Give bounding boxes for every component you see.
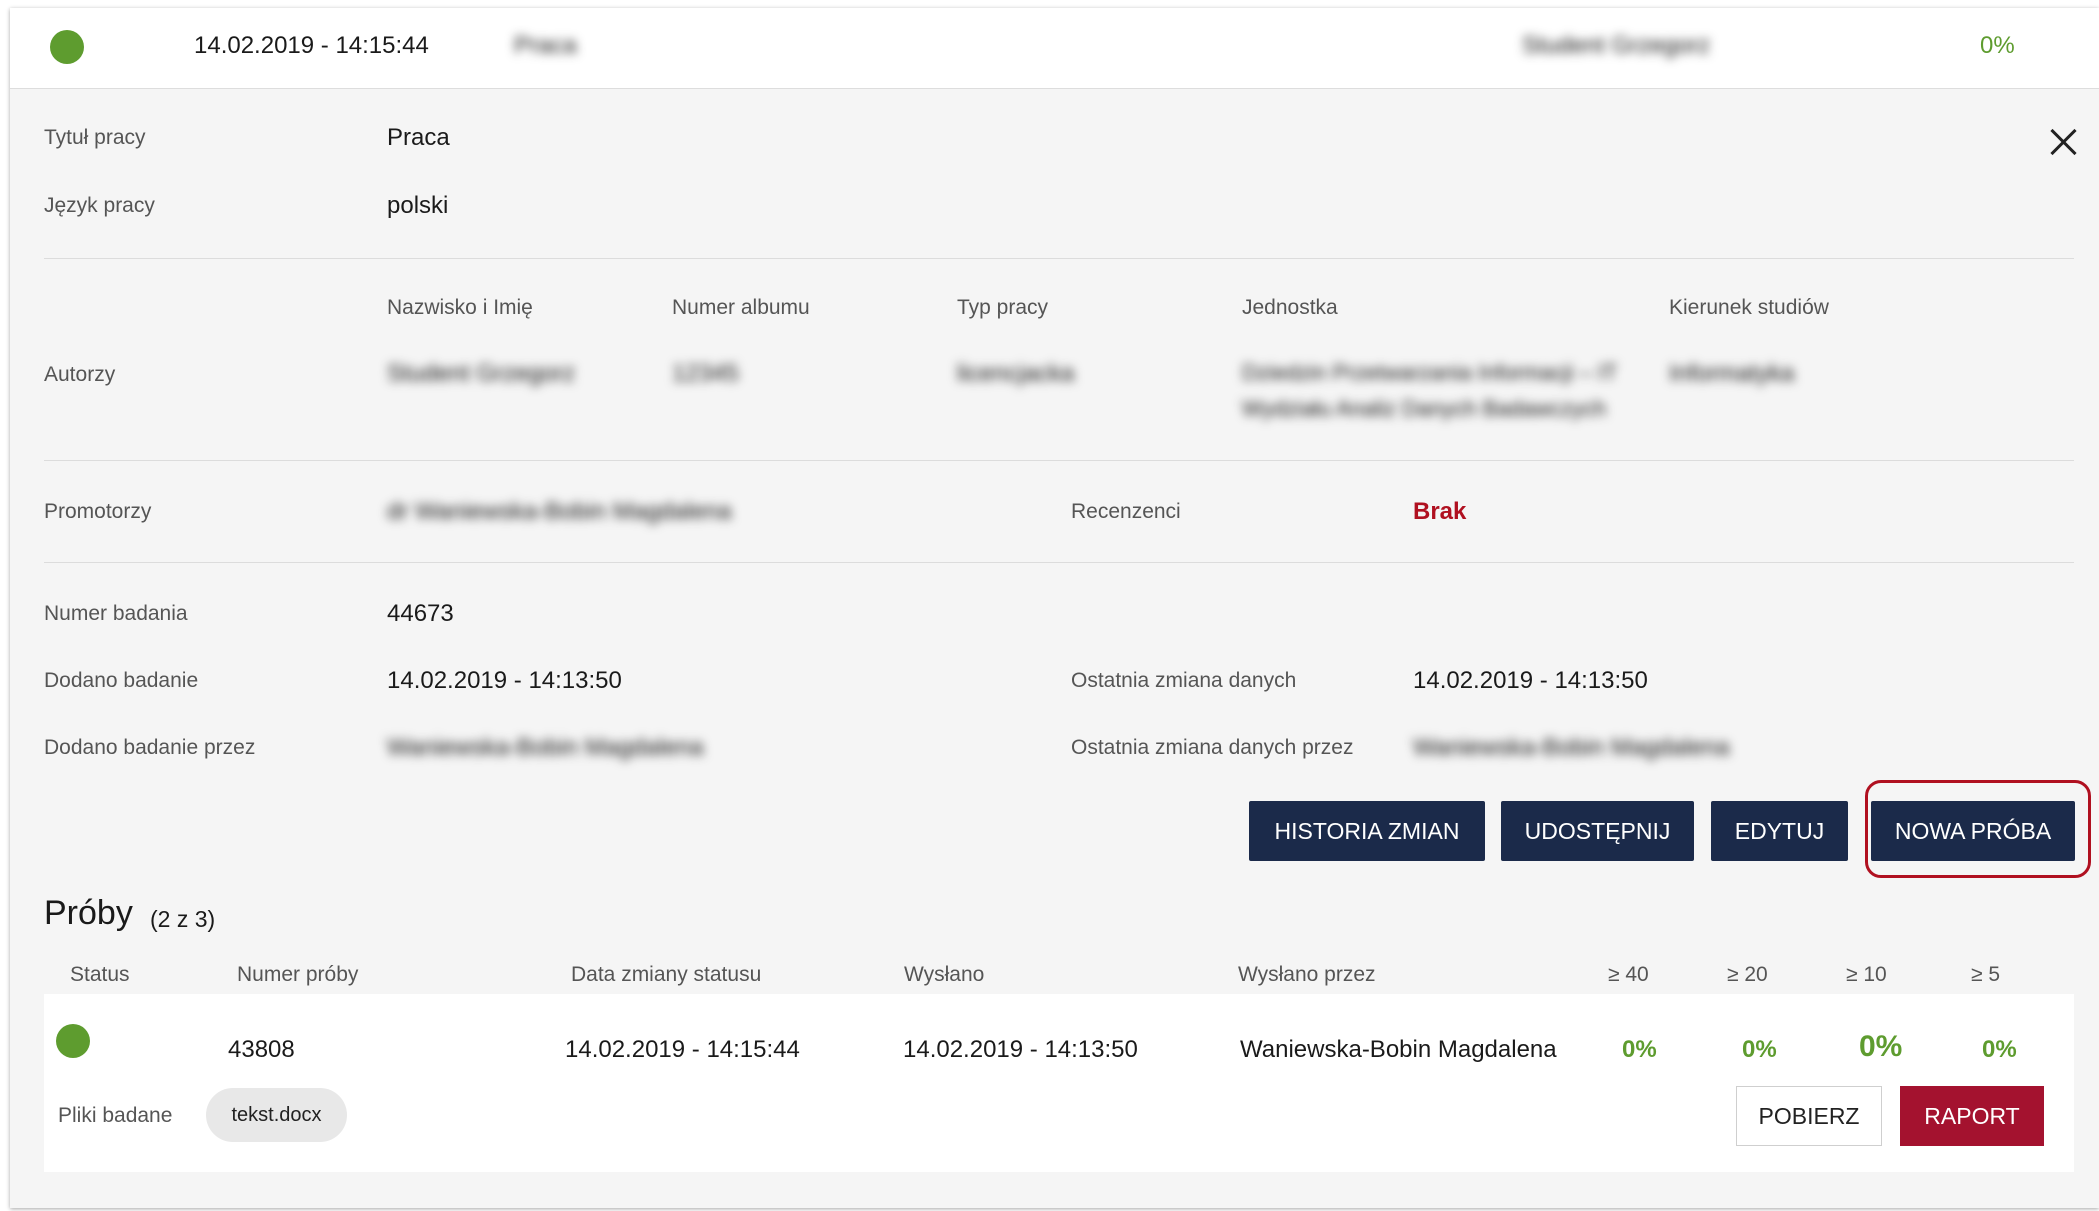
summary-date: 14.02.2019 - 14:15:44 — [194, 32, 429, 59]
added-by-value: Waniewska-Bobin Magdalena — [387, 734, 704, 761]
summary-row[interactable]: 14.02.2019 - 14:15:44 Praca Student Grze… — [10, 8, 2099, 89]
col-ge40: ≥ 40 — [1608, 963, 1649, 986]
added-label: Dodano badanie — [44, 669, 199, 692]
authors-header-album: Numer albumu — [672, 296, 810, 319]
last-change-by-label: Ostatnia zmiana danych przez — [1071, 736, 1354, 759]
authors-header-type: Typ pracy — [957, 296, 1049, 319]
language-label: Język pracy — [44, 194, 155, 217]
author-name: Student Grzegorz — [387, 360, 576, 387]
title-label: Tytuł pracy — [44, 126, 146, 149]
divider — [44, 258, 2074, 259]
language-value: polski — [387, 192, 449, 219]
authors-header-name: Nazwisko i Imię — [387, 296, 533, 319]
col-status: Status — [70, 963, 130, 986]
files-label: Pliki badane — [58, 1104, 173, 1127]
attempt-ge20: 0% — [1742, 1036, 1777, 1063]
col-ge10: ≥ 10 — [1846, 963, 1887, 986]
attempts-title: Próby — [44, 894, 133, 932]
attempt-ge40: 0% — [1622, 1036, 1657, 1063]
authors-header-field: Kierunek studiów — [1669, 296, 1829, 319]
highlight-frame — [1865, 780, 2091, 878]
summary-author: Student Grzegorz — [1522, 32, 1711, 59]
authors-label: Autorzy — [44, 363, 116, 386]
author-field: Informatyka — [1669, 360, 1795, 387]
added-by-label: Dodano badanie przez — [44, 736, 256, 759]
attempt-ge5: 0% — [1982, 1036, 2017, 1063]
author-album: 12345 — [672, 360, 739, 387]
detail-panel: 14.02.2019 - 14:15:44 Praca Student Grze… — [10, 8, 2099, 1208]
history-button[interactable]: HISTORIA ZMIAN — [1249, 801, 1485, 861]
added-value: 14.02.2019 - 14:13:50 — [387, 667, 622, 694]
file-chip[interactable]: tekst.docx — [206, 1088, 347, 1142]
col-status-date: Data zmiany statusu — [571, 963, 762, 986]
attempt-sent-by: Waniewska-Bobin Magdalena — [1240, 1036, 1557, 1063]
download-button[interactable]: POBIERZ — [1736, 1086, 1882, 1146]
edit-button[interactable]: EDYTUJ — [1711, 801, 1848, 861]
col-sent: Wysłano — [904, 963, 985, 986]
reviewers-label: Recenzenci — [1071, 500, 1181, 523]
col-number: Numer próby — [237, 963, 359, 986]
col-ge5: ≥ 5 — [1971, 963, 2001, 986]
status-indicator-icon — [50, 30, 84, 64]
divider — [44, 460, 2074, 461]
author-unit: Dziedzin Przetwarzania Informacji – IT — [1242, 360, 1618, 385]
number-label: Numer badania — [44, 602, 188, 625]
report-button[interactable]: RAPORT — [1900, 1086, 2044, 1146]
attempt-ge10: 0% — [1859, 1030, 1903, 1063]
divider — [44, 562, 2074, 563]
author-type: licencjacka — [957, 360, 1075, 387]
attempt-sent: 14.02.2019 - 14:13:50 — [903, 1036, 1138, 1063]
authors-header-unit: Jednostka — [1242, 296, 1338, 319]
summary-title: Praca — [514, 32, 577, 59]
last-change-label: Ostatnia zmiana danych — [1071, 669, 1297, 692]
last-change-value: 14.02.2019 - 14:13:50 — [1413, 667, 1648, 694]
col-sent-by: Wysłano przez — [1238, 963, 1376, 986]
summary-percent: 0% — [1980, 32, 2015, 59]
col-ge20: ≥ 20 — [1727, 963, 1768, 986]
reviewers-value: Brak — [1413, 498, 1467, 525]
status-indicator-icon — [56, 1024, 90, 1058]
attempt-status-date: 14.02.2019 - 14:15:44 — [565, 1036, 800, 1063]
close-icon[interactable] — [2046, 125, 2080, 159]
title-value: Praca — [387, 124, 450, 151]
attempts-count: (2 z 3) — [150, 906, 216, 932]
share-button[interactable]: UDOSTĘPNIJ — [1501, 801, 1694, 861]
number-value: 44673 — [387, 600, 454, 627]
last-change-by-value: Waniewska-Bobin Magdalena — [1413, 734, 1730, 761]
author-unit-line2: Wydziału Analiz Danych Badawczych — [1242, 396, 1607, 421]
promoters-label: Promotorzy — [44, 500, 152, 523]
promoters-value: dr Waniewska-Bobin Magdalena — [387, 498, 732, 525]
attempt-number: 43808 — [228, 1036, 295, 1063]
